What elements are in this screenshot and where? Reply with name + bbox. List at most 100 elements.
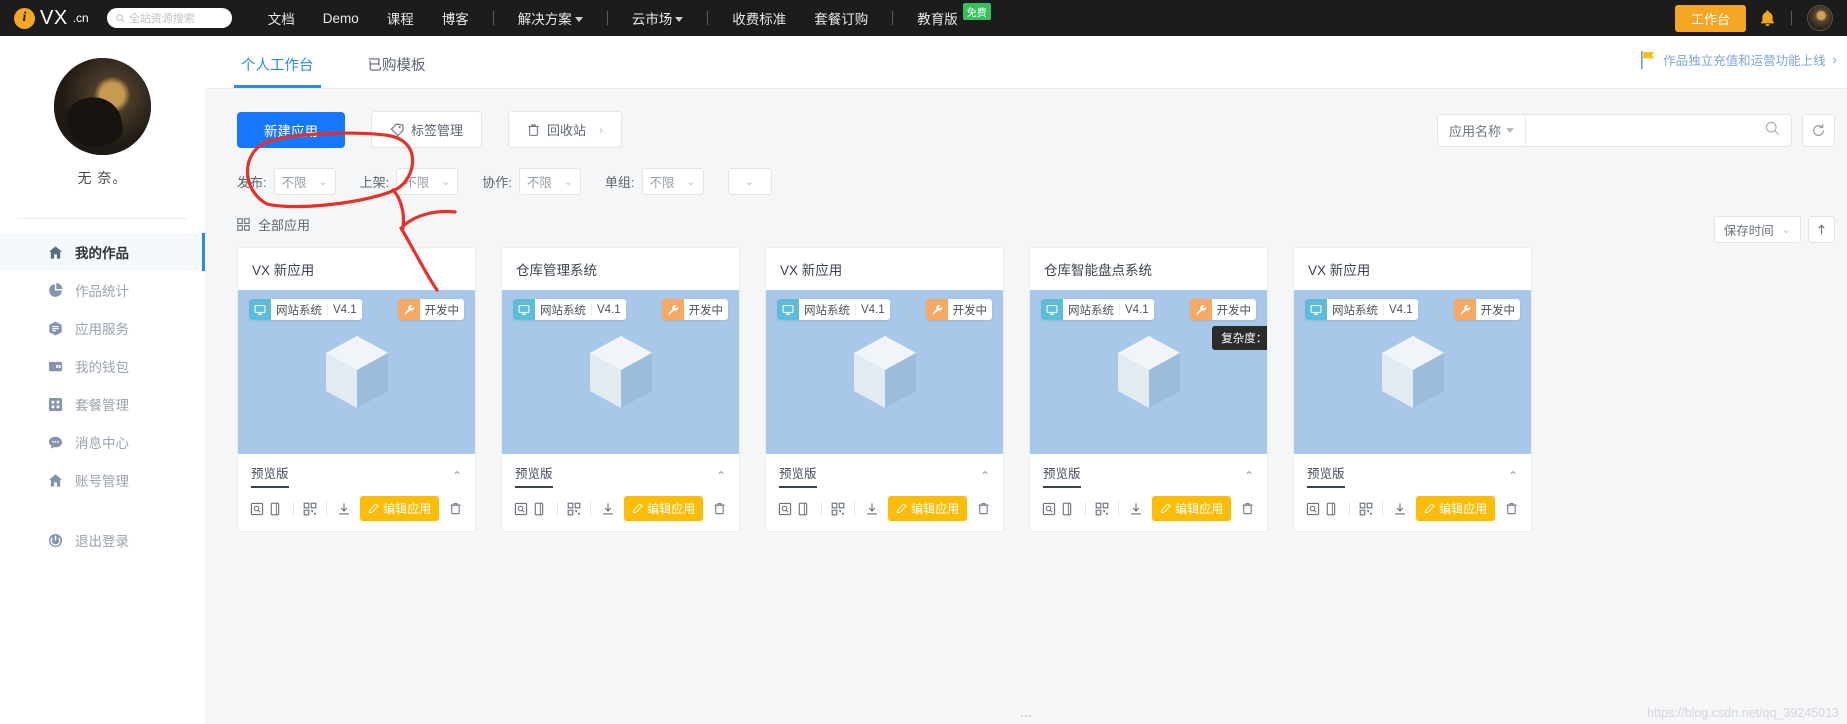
preview-button[interactable] [1304, 498, 1323, 519]
sidebar-item-package-manage[interactable]: 套餐管理 [0, 385, 205, 423]
search-input[interactable] [1526, 123, 1754, 138]
copy-button[interactable] [795, 498, 814, 519]
chevron-down-icon: ⌄ [1782, 223, 1791, 236]
global-search-box[interactable]: 全站资源搜索 [107, 8, 232, 28]
chevron-right-icon: › [599, 123, 603, 137]
notification-bell-icon[interactable] [1759, 9, 1776, 28]
preview-button[interactable] [776, 498, 795, 519]
preview-version-tab[interactable]: 预览版 [251, 463, 289, 488]
preview-version-tab[interactable]: 预览版 [515, 463, 553, 488]
download-button[interactable] [1126, 498, 1145, 519]
sidebar-item-message-center[interactable]: 消息中心 [0, 423, 205, 461]
tab-purchased-templates[interactable]: 已购模板 [364, 54, 430, 88]
delete-button[interactable] [1238, 498, 1257, 519]
app-card-footer: 预览版 ⌃ [1294, 454, 1531, 531]
app-card-thumbnail[interactable]: 网站系统 V4.1 开发中 [238, 290, 475, 454]
preview-version-tab[interactable]: 预览版 [779, 463, 817, 488]
recycle-bin-button[interactable]: 回收站 › [508, 111, 622, 148]
filter-listing-select[interactable]: 不限 ⌄ [396, 168, 458, 195]
copy-button[interactable] [531, 498, 550, 519]
qrcode-button[interactable] [565, 498, 584, 519]
promo-banner[interactable]: 作品独立充值和运营功能上线 › [1640, 50, 1837, 69]
filter-group-select[interactable]: 不限 ⌄ [642, 168, 704, 195]
nav-link-courses[interactable]: 课程 [373, 0, 428, 36]
app-card[interactable]: VX 新应用 网站系统 V4.1 [237, 247, 476, 532]
app-card[interactable]: VX 新应用 网站系统 V4.1 [765, 247, 1004, 532]
nav-link-solutions[interactable]: 解决方案 [504, 0, 597, 36]
app-card[interactable]: 仓库智能盘点系统 网站系统 V4.1 [1029, 247, 1268, 532]
copy-button[interactable] [267, 498, 286, 519]
qrcode-button[interactable] [1093, 498, 1112, 519]
chevron-up-icon[interactable]: ⌃ [452, 469, 462, 483]
filter-expand-button[interactable]: ⌄ [728, 168, 772, 195]
tab-personal-workspace[interactable]: 个人工作台 [237, 54, 318, 88]
qrcode-button[interactable] [1357, 498, 1376, 519]
preview-version-tab[interactable]: 预览版 [1043, 463, 1081, 488]
app-card[interactable]: 仓库管理系统 网站系统 V4.1 [501, 247, 740, 532]
sidebar-item-logout[interactable]: 退出登录 [0, 521, 205, 559]
app-action-row: 编辑应用 [502, 488, 739, 531]
user-avatar[interactable] [1807, 5, 1833, 31]
sidebar-item-account-manage[interactable]: 账号管理 [0, 461, 205, 499]
delete-button[interactable] [974, 498, 993, 519]
edit-app-button[interactable]: 编辑应用 [888, 496, 967, 521]
delete-button[interactable] [446, 498, 465, 519]
tag-manage-button[interactable]: 标签管理 [371, 111, 482, 148]
preview-button[interactable] [1040, 498, 1059, 519]
sidebar-item-label: 套餐管理 [75, 394, 129, 414]
sidebar-item-app-service[interactable]: 应用服务 [0, 309, 205, 347]
edit-app-button[interactable]: 编辑应用 [1416, 496, 1495, 521]
preview-version-tab[interactable]: 预览版 [1307, 463, 1345, 488]
edit-app-button[interactable]: 编辑应用 [360, 496, 439, 521]
filter-label: 上架: [360, 172, 390, 191]
nav-link-demo[interactable]: Demo [309, 0, 373, 36]
profile-avatar[interactable] [54, 58, 151, 155]
qrcode-button[interactable] [829, 498, 848, 519]
app-card-title: VX 新应用 [1294, 248, 1531, 290]
chevron-up-icon[interactable]: ⌃ [980, 469, 990, 483]
new-app-button[interactable]: 新建应用 [237, 112, 345, 148]
filter-publish-select[interactable]: 不限 ⌄ [274, 168, 336, 195]
search-submit-button[interactable] [1754, 121, 1791, 141]
nav-link-blog[interactable]: 博客 [428, 0, 483, 36]
chevron-up-icon[interactable]: ⌃ [1244, 469, 1254, 483]
app-card-thumbnail[interactable]: 网站系统 V4.1 开发中 复杂度：15 [1030, 290, 1267, 454]
edit-app-label: 编辑应用 [911, 500, 959, 517]
chevron-up-icon[interactable]: ⌃ [1508, 469, 1518, 483]
preview-button[interactable] [248, 498, 267, 519]
edit-app-button[interactable]: 编辑应用 [1152, 496, 1231, 521]
app-card-thumbnail[interactable]: 网站系统 V4.1 开发中 [766, 290, 1003, 454]
download-button[interactable] [1390, 498, 1409, 519]
sort-field-select[interactable]: 保存时间 ⌄ [1714, 216, 1801, 243]
qrcode-button[interactable] [301, 498, 320, 519]
nav-link-pricing[interactable]: 收费标准 [718, 0, 800, 36]
copy-button[interactable] [1059, 498, 1078, 519]
sidebar-item-my-wallet[interactable]: 我的钱包 [0, 347, 205, 385]
sidebar-item-work-stats[interactable]: 作品统计 [0, 271, 205, 309]
download-button[interactable] [598, 498, 617, 519]
delete-button[interactable] [710, 498, 729, 519]
nav-link-cloud-market[interactable]: 云市场 [618, 0, 698, 36]
app-card-thumbnail[interactable]: 网站系统 V4.1 开发中 [502, 290, 739, 454]
preview-button[interactable] [512, 498, 531, 519]
nav-label: 课程 [387, 8, 414, 28]
refresh-button[interactable] [1802, 114, 1835, 147]
download-button[interactable] [862, 498, 881, 519]
sort-direction-button[interactable] [1808, 216, 1835, 243]
app-card[interactable]: VX 新应用 网站系统 V4.1 [1293, 247, 1532, 532]
search-field-select[interactable]: 应用名称 [1438, 115, 1526, 146]
delete-button[interactable] [1502, 498, 1521, 519]
nav-link-education[interactable]: 教育版 免费 [903, 0, 1005, 36]
filter-publish: 发布: 不限 ⌄ [237, 168, 336, 195]
chevron-up-icon[interactable]: ⌃ [716, 469, 726, 483]
brand-logo[interactable]: i VX .cn [14, 7, 89, 30]
copy-button[interactable] [1323, 498, 1342, 519]
sidebar-item-my-works[interactable]: 我的作品 [0, 233, 205, 271]
workbench-button[interactable]: 工作台 [1675, 5, 1746, 32]
edit-app-button[interactable]: 编辑应用 [624, 496, 703, 521]
filter-collaboration-select[interactable]: 不限 ⌄ [519, 168, 581, 195]
nav-link-docs[interactable]: 文档 [254, 0, 309, 36]
download-button[interactable] [334, 498, 353, 519]
nav-link-package-order[interactable]: 套餐订购 [800, 0, 882, 36]
app-card-thumbnail[interactable]: 网站系统 V4.1 开发中 [1294, 290, 1531, 454]
